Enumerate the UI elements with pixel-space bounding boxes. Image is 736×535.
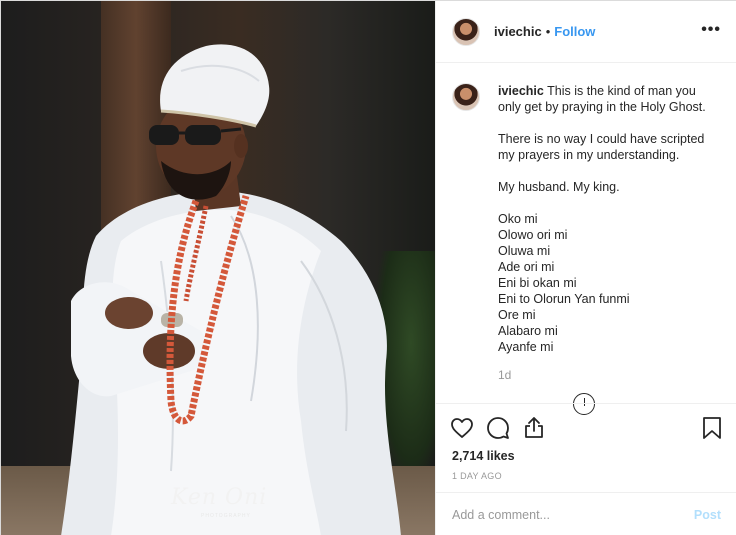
post-timestamp[interactable]: 1 DAY AGO xyxy=(452,471,502,481)
post-actions: 2,714 likes 1 DAY AGO Add a comment... P… xyxy=(436,403,736,535)
post-photo[interactable]: Ken Oni PHOTOGRAPHY xyxy=(1,1,435,535)
caption-line: Olowo ori mi xyxy=(498,228,568,242)
share-icon[interactable] xyxy=(522,416,546,440)
instagram-post: Ken Oni PHOTOGRAPHY iviechic • Follow ••… xyxy=(0,0,736,535)
more-options-icon[interactable]: ••• xyxy=(701,22,721,38)
caption-line: Ore mi xyxy=(498,308,536,322)
caption-text-2: There is no way I could have scripted my… xyxy=(498,132,705,162)
caption-line: Eni to Olorun Yan funmi xyxy=(498,292,630,306)
caption-avatar[interactable] xyxy=(452,83,480,111)
action-icons xyxy=(450,416,546,440)
caption-first-paragraph: iviechic This is the kind of man you onl… xyxy=(498,83,721,115)
comment-input[interactable]: Add a comment... xyxy=(452,508,694,522)
caption: iviechic This is the kind of man you onl… xyxy=(452,83,721,383)
photographer-watermark: Ken Oni xyxy=(171,485,268,510)
post-header: iviechic • Follow ••• xyxy=(436,1,736,63)
add-comment-bar: Add a comment... Post xyxy=(436,492,736,535)
author-avatar[interactable] xyxy=(452,17,480,46)
caption-timestamp[interactable]: 1d xyxy=(498,367,721,383)
photographer-watermark-sub: PHOTOGRAPHY xyxy=(201,513,251,519)
heart-icon[interactable] xyxy=(450,416,474,440)
caption-line: Ade ori mi xyxy=(498,260,555,274)
comments-area[interactable]: iviechic This is the kind of man you onl… xyxy=(436,63,736,403)
author-username[interactable]: iviechic xyxy=(494,24,542,39)
caption-line: Oko mi xyxy=(498,212,538,226)
caption-line: Eni bi okan mi xyxy=(498,276,577,290)
caption-line: Ayanfe mi xyxy=(498,340,554,354)
caption-line: Oluwa mi xyxy=(498,244,551,258)
post-comment-button[interactable]: Post xyxy=(694,508,721,522)
follow-button[interactable]: Follow xyxy=(554,24,595,39)
caption-line: Alabaro mi xyxy=(498,324,558,338)
likes-count[interactable]: 2,714 likes xyxy=(452,449,515,463)
caption-list: Oko mi Olowo ori mi Oluwa mi Ade ori mi … xyxy=(498,211,721,355)
comment-icon[interactable] xyxy=(486,416,510,440)
caption-username[interactable]: iviechic xyxy=(498,84,544,98)
caption-text-3: My husband. My king. xyxy=(498,180,620,194)
caption-body: iviechic This is the kind of man you onl… xyxy=(498,83,721,383)
bookmark-icon[interactable] xyxy=(701,416,723,440)
post-side-panel: iviechic • Follow ••• iviechic This is t… xyxy=(435,1,736,535)
separator-dot: • xyxy=(545,24,551,39)
man-in-agbada xyxy=(61,44,401,535)
